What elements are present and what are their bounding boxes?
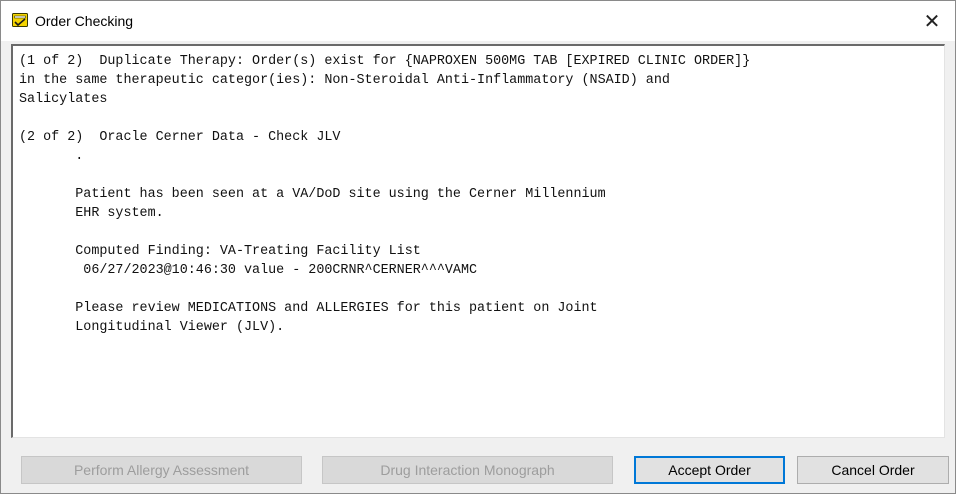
drug-interaction-monograph-button[interactable]: Drug Interaction Monograph	[322, 456, 613, 484]
close-icon: ✕	[923, 10, 941, 33]
order-check-icon	[11, 11, 29, 29]
order-check-message-text: (1 of 2) Duplicate Therapy: Order(s) exi…	[19, 54, 751, 335]
order-checking-dialog: Order Checking ✕ (1 of 2) Duplicate Ther…	[0, 0, 956, 494]
button-bar: Perform Allergy Assessment Drug Interact…	[1, 456, 955, 486]
accept-order-button[interactable]: Accept Order	[634, 456, 785, 484]
window-title: Order Checking	[35, 13, 134, 29]
close-button[interactable]: ✕	[909, 1, 955, 41]
perform-allergy-assessment-button[interactable]: Perform Allergy Assessment	[21, 456, 302, 484]
title-bar: Order Checking ✕	[1, 1, 955, 41]
cancel-order-button[interactable]: Cancel Order	[797, 456, 949, 484]
order-check-message-box[interactable]: (1 of 2) Duplicate Therapy: Order(s) exi…	[11, 44, 945, 438]
